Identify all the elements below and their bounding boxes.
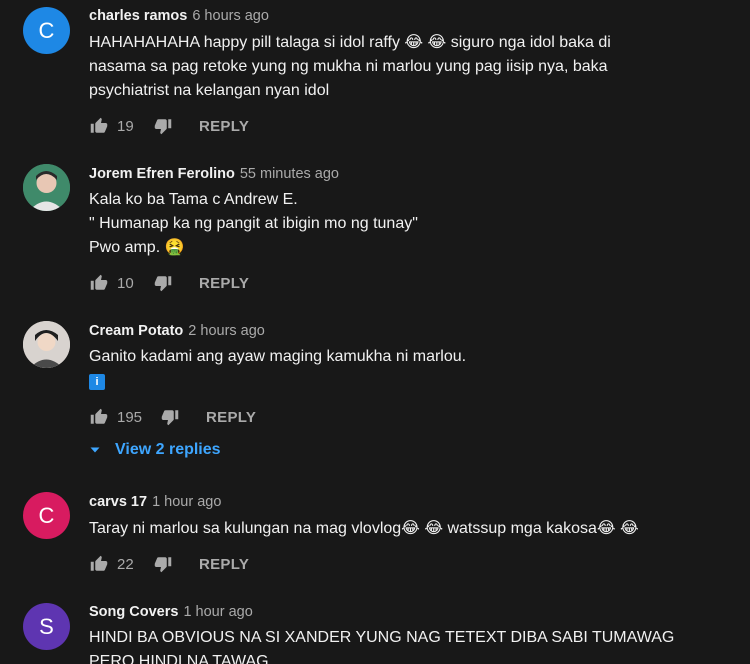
- avatar-letter: C: [38, 17, 55, 43]
- avatar-photo-icon: [23, 321, 70, 368]
- thumbs-down-icon[interactable]: [153, 273, 173, 293]
- avatar[interactable]: [23, 321, 70, 368]
- comments-section: C charles ramos 6 hours ago HAHAHAHAHA ha…: [0, 0, 750, 664]
- avatar-letter: S: [39, 613, 54, 639]
- comment-text-line: Taray ni marlou sa kulungan na mag vlovl…: [89, 520, 639, 537]
- avatar[interactable]: C: [23, 492, 70, 539]
- comment-text-line: " Humanap ka ng pangit at ibigin mo ng t…: [89, 215, 418, 232]
- thumbs-up-icon[interactable]: [89, 273, 109, 293]
- reply-button[interactable]: REPLY: [199, 275, 249, 292]
- avatar-photo-icon: [23, 164, 70, 211]
- comment-text-line: Ganito kadami ang ayaw maging kamukha ni…: [89, 348, 467, 365]
- reply-button[interactable]: REPLY: [199, 556, 249, 573]
- comment-text-line: psychiatrist na kelangan nyan idol: [89, 82, 330, 99]
- comment-actions: 10 REPLY: [89, 271, 249, 295]
- comment-text: Taray ni marlou sa kulungan na mag vlovl…: [89, 517, 639, 541]
- comment-text-line: PERO HINDI NA TAWAG: [89, 653, 269, 664]
- view-replies-label: View 2 replies: [115, 441, 221, 458]
- comment-timestamp[interactable]: 1 hour ago: [152, 494, 221, 510]
- avatar[interactable]: [23, 164, 70, 211]
- comment-text: Kala ko ba Tama c Andrew E. " Humanap ka…: [89, 188, 418, 260]
- reply-button[interactable]: REPLY: [199, 118, 249, 135]
- comment-actions: 22 REPLY: [89, 552, 249, 576]
- comment-timestamp[interactable]: 1 hour ago: [183, 604, 252, 620]
- thumbs-down-icon[interactable]: [160, 407, 180, 427]
- thumbs-down-icon[interactable]: [153, 116, 173, 136]
- comment-author[interactable]: carvs 17: [89, 494, 147, 510]
- comment-author[interactable]: Cream Potato: [89, 323, 183, 339]
- like-count: 10: [117, 274, 134, 292]
- avatar[interactable]: S: [23, 603, 70, 650]
- comment-text: HINDI BA OBVIOUS NA SI XANDER YUNG NAG T…: [89, 626, 674, 664]
- like-count: 195: [117, 408, 143, 426]
- thumbs-up-icon[interactable]: [89, 116, 109, 136]
- info-icon: i: [89, 374, 105, 390]
- comment-timestamp[interactable]: 55 minutes ago: [240, 166, 339, 182]
- comment-actions: 19 REPLY: [89, 114, 249, 138]
- comment-text-line: i: [89, 369, 466, 393]
- thumbs-up-icon[interactable]: [89, 554, 109, 574]
- comment-text-line: Kala ko ba Tama c Andrew E.: [89, 191, 298, 208]
- comment-timestamp[interactable]: 2 hours ago: [188, 323, 265, 339]
- comment-timestamp[interactable]: 6 hours ago: [192, 8, 269, 24]
- thumbs-up-icon[interactable]: [89, 407, 109, 427]
- comment-author[interactable]: charles ramos: [89, 8, 187, 24]
- thumbs-down-icon[interactable]: [153, 554, 173, 574]
- view-replies-button[interactable]: View 2 replies: [89, 439, 221, 461]
- comment-text-line: HAHAHAHAHA happy pill talaga si idol raf…: [89, 34, 611, 51]
- comment-actions: 195 REPLY: [89, 405, 256, 429]
- like-count: 22: [117, 555, 134, 573]
- comment-text-line: HINDI BA OBVIOUS NA SI XANDER YUNG NAG T…: [89, 629, 675, 646]
- comment-text: Ganito kadami ang ayaw maging kamukha ni…: [89, 345, 466, 393]
- avatar-letter: C: [38, 502, 55, 528]
- comment-author[interactable]: Song Covers: [89, 604, 178, 620]
- avatar[interactable]: C: [23, 7, 70, 54]
- reply-button[interactable]: REPLY: [206, 409, 256, 426]
- comment-text-line: Pwo amp. 🤮: [89, 239, 185, 256]
- comment-text: HAHAHAHAHA happy pill talaga si idol raf…: [89, 31, 611, 103]
- comment-text-line: nasama sa pag retoke yung ng mukha ni ma…: [89, 58, 608, 75]
- like-count: 19: [117, 117, 134, 135]
- chevron-down-icon: [89, 444, 101, 456]
- comment-author[interactable]: Jorem Efren Ferolino: [89, 166, 235, 182]
